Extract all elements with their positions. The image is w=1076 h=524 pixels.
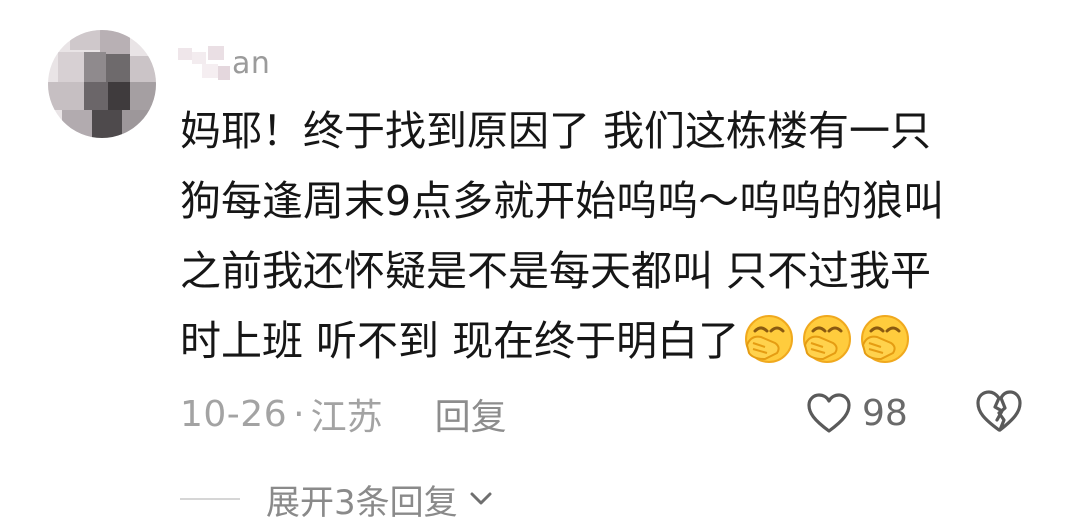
- broken-heart-icon: [976, 390, 1022, 432]
- face-palm-emoji-icon: [803, 315, 852, 363]
- username[interactable]: an: [178, 32, 270, 82]
- comment-line: 狗每逢周末9点多就开始呜呜～呜呜的狼叫: [180, 177, 945, 225]
- expand-replies-label: 展开3条回复: [266, 482, 458, 523]
- username-text: an: [232, 46, 271, 81]
- like-count: 98: [862, 392, 908, 434]
- chevron-down-icon: [470, 492, 492, 505]
- divider-line: [180, 498, 240, 500]
- comment-item: an 妈耶！终于找到原因了 我们这栋楼有一只 狗每逢周末9点多就开始呜呜～呜呜的…: [0, 0, 1076, 523]
- avatar[interactable]: [48, 30, 156, 138]
- face-palm-emoji-icon: [861, 315, 910, 363]
- comment-location: 江苏: [310, 397, 383, 438]
- like-button[interactable]: 98: [806, 386, 908, 440]
- comment-line-last: 时上班 听不到 现在终于明白了: [180, 306, 1040, 376]
- expand-replies-button[interactable]: 展开3条回复: [180, 474, 496, 524]
- dislike-button[interactable]: [974, 388, 1024, 438]
- comment-date: 10-26: [180, 393, 288, 435]
- comment-line-text: 时上班 听不到 现在终于明白了: [180, 317, 740, 365]
- comment-text: 妈耶！终于找到原因了 我们这栋楼有一只 狗每逢周末9点多就开始呜呜～呜呜的狼叫 …: [180, 96, 1040, 376]
- username-blurred-part: [178, 46, 230, 82]
- reply-button[interactable]: 回复: [435, 388, 507, 440]
- comment-meta: 10-26 · 江苏 回复: [180, 388, 507, 440]
- comment-line: 之前我还怀疑是不是每天都叫 只不过我平: [180, 247, 932, 295]
- face-palm-emoji-icon: [745, 315, 794, 363]
- meta-separator: ·: [293, 393, 305, 435]
- comment-line: 妈耶！终于找到原因了 我们这栋楼有一只: [180, 107, 932, 155]
- heart-icon: [807, 393, 851, 433]
